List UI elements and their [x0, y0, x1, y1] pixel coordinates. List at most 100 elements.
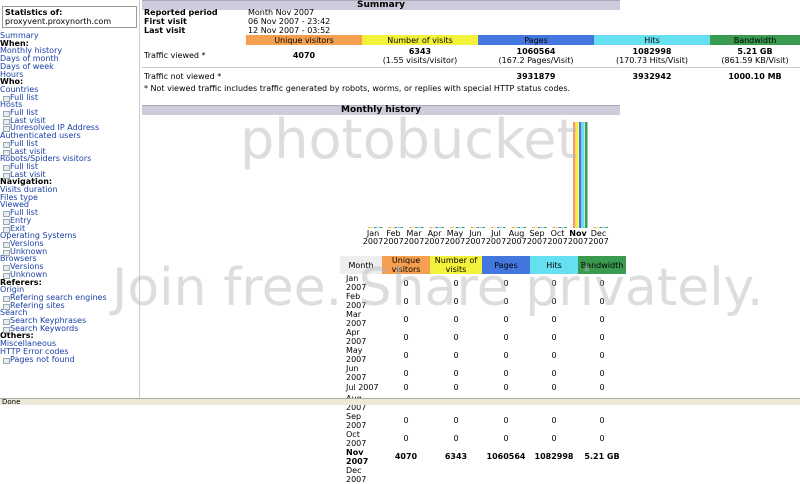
value-cell: 0	[599, 350, 605, 360]
value-cell: 0	[503, 383, 509, 393]
sidebar-link-exit[interactable]: Exit	[0, 224, 139, 233]
sidebar-nav: Summary When: Monthly history Days of month…	[0, 32, 139, 364]
chart-month-label: May 2007	[444, 229, 466, 246]
sidebar-link-last-visit[interactable]: Last visit	[0, 170, 139, 179]
col-unique-visitors: Unique visitors	[382, 256, 430, 274]
bar-unique-visitors-sep-2007	[532, 227, 535, 228]
value-cell: 0	[599, 278, 605, 288]
col-bandwidth: Bandwidth	[578, 256, 626, 274]
bar-unique-visitors-jan-2007	[368, 227, 371, 228]
bar-hits-jan-2007	[377, 227, 380, 228]
value-cell: 0	[599, 383, 605, 393]
bar-number-of-visits-may-2007	[453, 227, 456, 228]
bar-unique-visitors-oct-2007	[552, 227, 555, 228]
stats-title: Statistics of:	[5, 8, 63, 17]
sidebar-link-unknown[interactable]: Unknown	[0, 247, 139, 256]
value-cell: 0	[453, 350, 459, 360]
header-number-of-visits: Number of visits	[362, 35, 478, 45]
traffic-viewed-label: Traffic viewed *	[144, 51, 206, 61]
bar-pages-jan-2007	[374, 227, 377, 228]
last-visit-label: Last visit	[144, 26, 186, 35]
header-unique-visitors: Unique visitors	[246, 35, 362, 45]
month-cell: Jun 2007	[346, 364, 367, 382]
sidebar-link-full-list[interactable]: Full list	[0, 93, 139, 102]
value-cell: 0	[403, 278, 409, 288]
bar-bandwidth-jun-2007	[482, 227, 485, 228]
value-cell: 6343	[444, 452, 468, 461]
monthly-history-title: Monthly history	[142, 105, 620, 115]
col-hits: Hits	[530, 256, 578, 274]
viewed-number-of-visits: 6343 (1.55 visits/visitor)	[382, 46, 458, 65]
sidebar-link-unknown[interactable]: Unknown	[0, 270, 139, 279]
value-cell: 0	[551, 416, 557, 425]
table-row: May 2007 0 0 0 0 0	[340, 346, 626, 364]
bar-bandwidth-apr-2007	[441, 227, 444, 228]
value-cell: 0	[503, 278, 509, 288]
value-cell: 0	[503, 350, 509, 360]
bar-pages-jun-2007	[476, 227, 479, 228]
sidebar: Statistics of: proxyvent.proxynorth.com …	[0, 0, 140, 398]
bar-pages-oct-2007	[558, 227, 561, 228]
sidebar-link-last-visit[interactable]: Last visit	[0, 147, 139, 156]
table-row: Jun 2007 0 0 0 0 0	[340, 364, 626, 382]
value-cell: 4070	[394, 452, 418, 461]
bar-bandwidth-oct-2007	[564, 227, 567, 228]
bar-pages-nov-2007	[579, 122, 582, 228]
sidebar-link-unresolved-ip-address[interactable]: Unresolved IP Address	[0, 124, 139, 133]
reported-period-label: Reported period	[144, 8, 218, 17]
bar-bandwidth-jul-2007	[503, 227, 506, 228]
bar-unique-visitors-feb-2007	[388, 227, 391, 228]
bar-number-of-visits-oct-2007	[555, 227, 558, 228]
month-cell: Apr 2007	[346, 328, 367, 346]
viewed-unique-visitors: 4070	[292, 51, 316, 61]
viewed-pages: 1060564 (167.2 Pages/Visit)	[498, 46, 574, 65]
chart-month-label: Sep 2007	[526, 229, 548, 246]
viewed-bandwidth: 5.21 GB (861.59 KB/Visit)	[721, 46, 789, 65]
value-cell: 0	[551, 332, 557, 342]
notviewed-bandwidth: 1000.10 MB	[728, 71, 782, 81]
value-cell: 5.21 GB	[584, 452, 620, 461]
sidebar-link-pages-not-found[interactable]: Pages not found	[0, 355, 139, 364]
notviewed-number-of-visits	[362, 67, 478, 85]
value-cell	[482, 466, 530, 484]
value-cell: 0	[551, 383, 557, 393]
chart-month-label: Mar 2007	[403, 229, 425, 246]
monthly-history-chart	[368, 122, 608, 228]
monthly-history-table: Month Unique visitors Number of visits P…	[340, 256, 626, 484]
bar-bandwidth-sep-2007	[544, 227, 547, 228]
month-cell: May 2007	[346, 346, 367, 364]
bar-unique-visitors-may-2007	[450, 227, 453, 228]
last-visit-value: 12 Nov 2007 - 03:52	[248, 26, 331, 35]
value-cell: 0	[403, 296, 409, 306]
bar-number-of-visits-aug-2007	[514, 227, 517, 228]
chart-month-labels: Jan 2007 Feb 2007 Mar 2007 Apr 2007 May 2007 Jun 20…	[362, 230, 612, 246]
value-cell: 1060564	[486, 452, 526, 461]
month-cell: Sep 2007	[346, 411, 367, 430]
bar-hits-apr-2007	[438, 227, 441, 228]
chart-month-label: Apr 2007	[424, 229, 445, 246]
value-cell: 0	[551, 296, 557, 306]
table-row: Feb 2007 0 0 0 0 0	[340, 292, 626, 310]
bar-unique-visitors-apr-2007	[429, 227, 432, 228]
chart-month-label: Nov 2007	[567, 229, 589, 246]
chart-month-label: Aug 2007	[506, 229, 527, 246]
bar-pages-dec-2007	[599, 227, 602, 228]
bar-number-of-visits-feb-2007	[391, 227, 394, 228]
bar-number-of-visits-dec-2007	[596, 227, 599, 228]
sidebar-link-search-keywords[interactable]: Search Keywords	[0, 324, 139, 333]
header-bandwidth: Bandwidth	[710, 35, 800, 45]
value-cell: 0	[403, 332, 409, 342]
bar-hits-mar-2007	[418, 227, 421, 228]
bar-unique-visitors-jul-2007	[491, 227, 494, 228]
value-cell: 0	[503, 296, 509, 306]
bar-pages-may-2007	[456, 227, 459, 228]
chart-month-label: Jul 2007	[485, 229, 507, 246]
bar-hits-dec-2007	[602, 227, 605, 228]
bar-pages-mar-2007	[415, 227, 418, 228]
bar-hits-jun-2007	[479, 227, 482, 228]
bar-hits-jul-2007	[500, 227, 503, 228]
value-cell: 0	[453, 314, 459, 324]
bar-number-of-visits-nov-2007	[576, 122, 579, 228]
table-row: Nov 2007 4070 6343 1060564 1082998 5.21 GB	[340, 448, 626, 466]
sidebar-link-refering-sites[interactable]: Refering sites	[0, 301, 139, 310]
